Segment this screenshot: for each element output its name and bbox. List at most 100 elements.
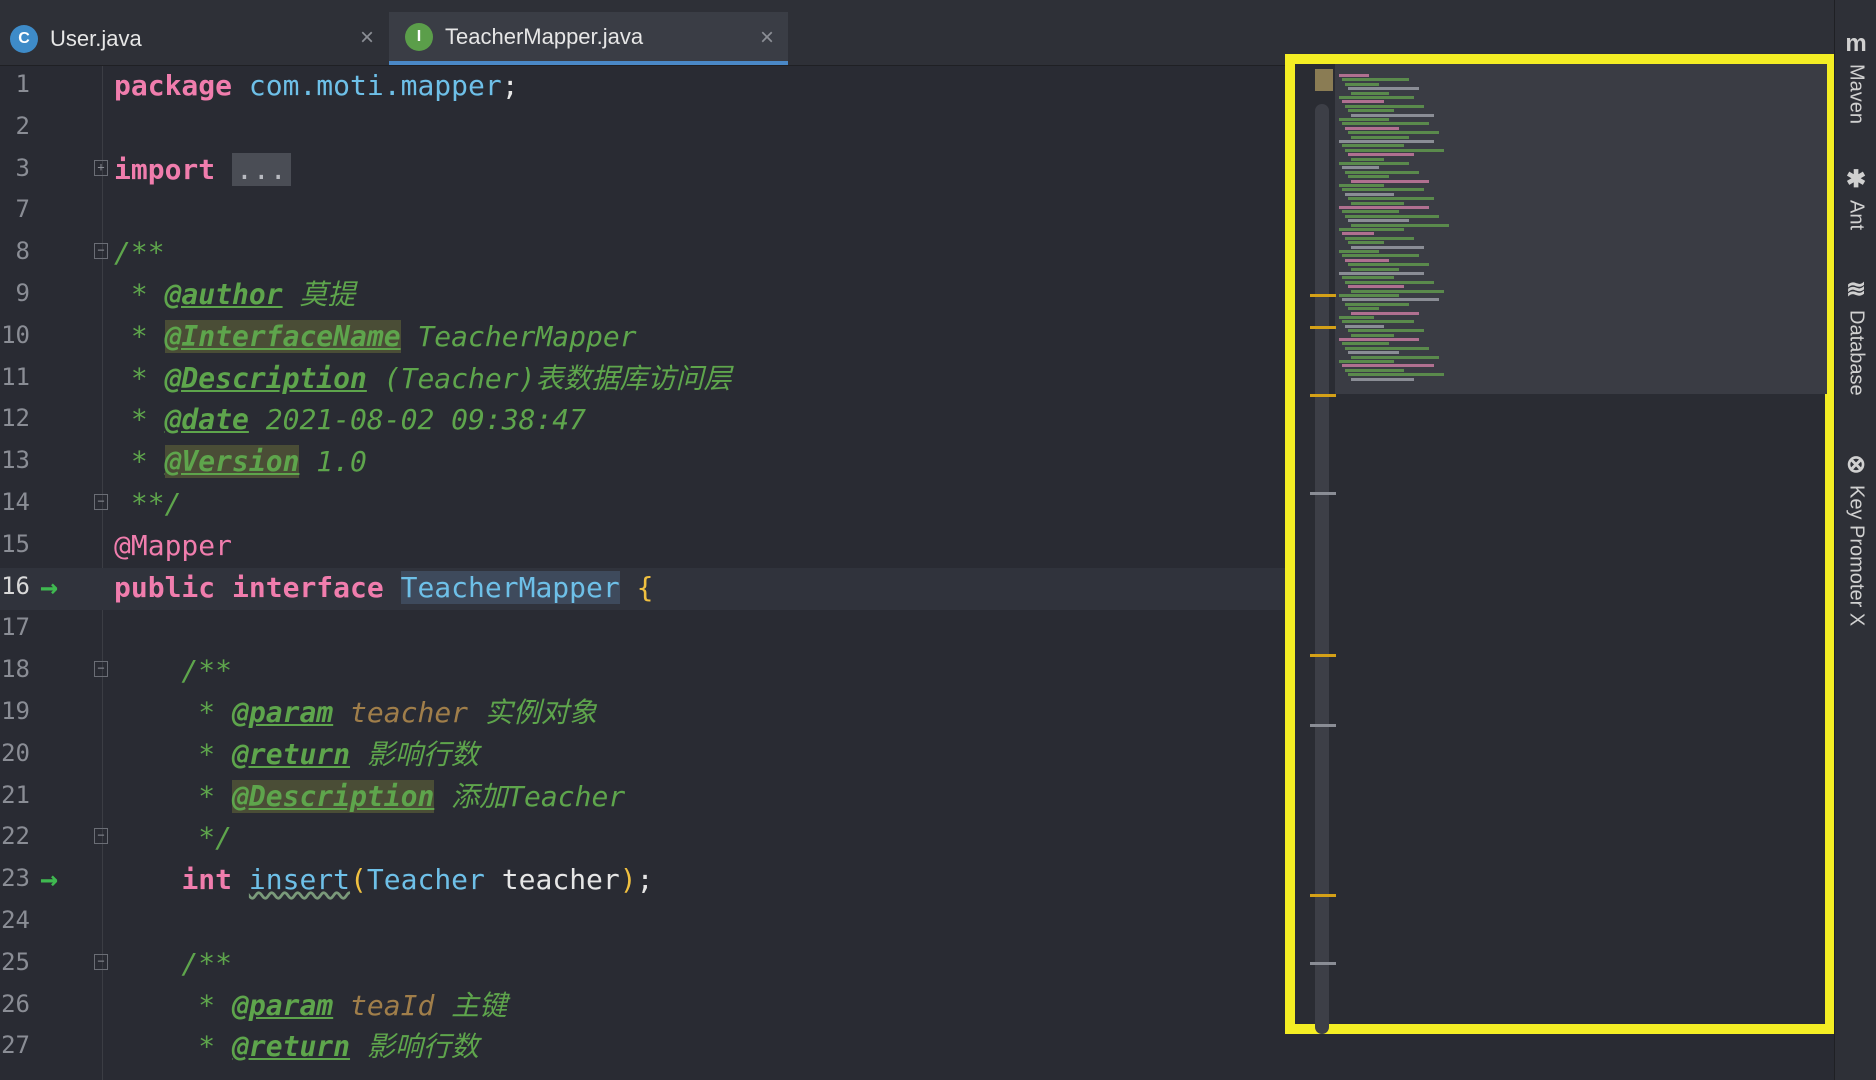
code-line[interactable]: 13 * @Version 1.0 [0, 442, 1340, 484]
code-text: * @Description 添加Teacher [114, 779, 626, 813]
minimap-code-line [1342, 166, 1379, 170]
line-number: 19 [1, 697, 30, 725]
code-text: * @param teacher 实例对象 [114, 696, 597, 729]
scrollbar-marker[interactable] [1310, 962, 1336, 965]
code-line[interactable]: 8 −/** [0, 233, 1340, 275]
line-number: 25 [1, 947, 30, 976]
minimap-code-line [1348, 175, 1389, 179]
minimap-code-line [1351, 267, 1399, 271]
code-line[interactable]: 26 * @param teaId 主键 [0, 986, 1340, 1028]
code-text: * @InterfaceName TeacherMapper [114, 319, 637, 353]
code-line[interactable]: 3 + import ... [0, 150, 1340, 192]
minimap-code-line [1345, 258, 1389, 262]
code-line[interactable]: 19 * @param teacher 实例对象 [0, 693, 1340, 735]
implemented-arrow-icon[interactable]: → [40, 570, 58, 605]
code-line[interactable]: 2 [0, 108, 1340, 150]
minimap-code-line [1339, 294, 1399, 297]
minimap-code-line [1348, 153, 1414, 157]
fold-toggle-icon[interactable]: − [94, 661, 108, 678]
tab-teachermapper-java[interactable]: I TeacherMapper.java × [389, 12, 788, 65]
line-number: 10 [1, 320, 30, 349]
code-line[interactable]: 16 → public interface TeacherMapper { [0, 567, 1340, 610]
code-line[interactable]: 22 − */ [0, 818, 1340, 860]
tool-window-label: Maven [1845, 64, 1868, 125]
line-number: 17 [1, 613, 30, 642]
code-minimap[interactable] [1285, 54, 1835, 1034]
scrollbar-marker[interactable] [1310, 326, 1336, 329]
code-line[interactable]: 12 * @date 2021-08-02 09:38:47 [0, 400, 1340, 442]
minimap-code-line [1351, 333, 1394, 337]
minimap-code-line [1345, 368, 1404, 372]
minimap-code-line [1339, 162, 1409, 165]
line-number: 22 [1, 822, 30, 851]
code-text: * @Version 1.0 [114, 445, 367, 479]
line-number: 11 [1, 362, 30, 391]
minimap-code-line [1351, 135, 1409, 139]
tab-user-java[interactable]: C User.java × [0, 12, 388, 65]
code-line[interactable]: 23 → int insert(Teacher teacher); [0, 860, 1340, 902]
tool-window-maven[interactable]: m Maven [1835, 30, 1876, 124]
code-line[interactable]: 14 − **/ [0, 484, 1340, 526]
tool-window-database[interactable]: ≋ Database [1835, 275, 1876, 396]
tool-window-label: Ant [1845, 200, 1868, 231]
line-number: 12 [1, 404, 30, 433]
code-line[interactable]: 18 − /** [0, 651, 1340, 693]
minimap-code-line [1339, 338, 1419, 341]
code-text: import ... [114, 152, 291, 188]
minimap-code-line [1342, 364, 1434, 368]
minimap-code-line [1342, 254, 1419, 258]
code-line[interactable]: 15 @Mapper [0, 526, 1340, 568]
fold-toggle-icon[interactable]: − [94, 828, 108, 845]
minimap-code-line [1342, 276, 1394, 280]
scrollbar-marker[interactable] [1310, 654, 1336, 657]
code-line[interactable]: 20 * @return 影响行数 [0, 735, 1340, 777]
line-number: 3 [15, 153, 30, 182]
tool-window-ant[interactable]: ✱ Ant [1835, 165, 1876, 230]
code-line[interactable]: 9 * @author 莫提 [0, 275, 1340, 317]
code-text: */ [114, 821, 233, 855]
inspection-status-icon[interactable] [1315, 69, 1333, 91]
code-text: /** [114, 236, 165, 270]
close-icon[interactable]: × [760, 24, 774, 52]
code-line[interactable]: 1 package com.moti.mapper; [0, 66, 1340, 108]
fold-toggle-icon[interactable]: − [94, 953, 108, 970]
minimap-code-line [1345, 170, 1419, 174]
tool-window-key-promoter-x[interactable]: ⊗ Key Promoter X [1835, 450, 1876, 626]
fold-toggle-icon[interactable]: + [94, 159, 108, 176]
code-text: @Mapper [114, 528, 233, 562]
code-line[interactable]: 11 * @Description (Teacher)表数据库访问层 [0, 359, 1340, 401]
fold-toggle-icon[interactable]: − [94, 494, 108, 510]
line-number: 26 [1, 989, 30, 1018]
scrollbar-marker[interactable] [1310, 492, 1336, 495]
minimap-code-line [1342, 100, 1384, 104]
scrollbar-marker[interactable] [1310, 724, 1336, 727]
code-line[interactable]: 17 [0, 609, 1340, 651]
minimap-code-line [1351, 179, 1429, 183]
line-number: 14 [1, 488, 30, 516]
code-text: * @date 2021-08-02 09:38:47 [114, 403, 587, 437]
fold-toggle-icon[interactable]: − [94, 243, 108, 260]
code-editor[interactable]: 1 package com.moti.mapper; 2 3 + import ... 7 8… [0, 66, 1340, 1080]
tool-window-label: Database [1845, 310, 1868, 396]
minimap-code-line [1345, 82, 1379, 86]
scrollbar-marker[interactable] [1310, 394, 1336, 397]
code-text: /** [114, 946, 233, 980]
minimap-code-line [1348, 263, 1429, 267]
minimap-code-line [1348, 373, 1444, 377]
code-line[interactable]: 10 * @InterfaceName TeacherMapper [0, 317, 1340, 359]
code-line[interactable]: 25 − /** [0, 944, 1340, 986]
line-number: 15 [1, 529, 30, 558]
implemented-arrow-icon[interactable]: → [40, 862, 58, 897]
code-line[interactable]: 7 [0, 191, 1340, 233]
scrollbar-marker[interactable] [1310, 294, 1336, 297]
minimap-code-line [1348, 351, 1399, 355]
code-text: * @param teaId 主键 [114, 988, 508, 1022]
close-icon[interactable]: × [360, 24, 374, 52]
code-line[interactable]: 27 * @return 影响行数 [0, 1027, 1340, 1069]
scrollbar-marker[interactable] [1310, 894, 1336, 897]
code-line[interactable]: 24 [0, 902, 1340, 944]
minimap-code-line [1342, 232, 1374, 236]
code-text: * @return 影响行数 [114, 737, 479, 771]
line-number: 21 [1, 780, 30, 809]
code-line[interactable]: 21 * @Description 添加Teacher [0, 777, 1340, 819]
